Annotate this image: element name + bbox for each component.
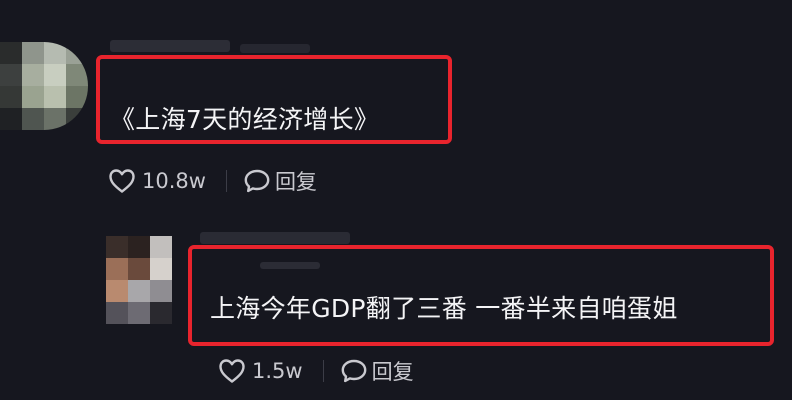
reply-label: 回复 xyxy=(371,360,414,384)
comment-bubble-icon xyxy=(340,358,368,384)
divider xyxy=(225,170,227,192)
reply-button[interactable]: 回复 xyxy=(243,166,317,196)
avatar[interactable] xyxy=(106,236,172,324)
username-blurred xyxy=(240,44,310,53)
heart-icon xyxy=(218,358,246,384)
reply-label: 回复 xyxy=(274,170,317,194)
username-blurred[interactable] xyxy=(200,232,350,244)
comment-actions: 1.5w 回复 xyxy=(218,356,414,386)
avatar[interactable] xyxy=(0,42,88,130)
like-button[interactable]: 1.5w xyxy=(218,358,303,384)
reply-button[interactable]: 回复 xyxy=(340,356,414,386)
heart-icon xyxy=(108,168,136,194)
comment-text: 上海今年GDP翻了三番 一番半来自咱蛋姐 xyxy=(210,294,678,323)
username-blurred[interactable] xyxy=(110,40,230,52)
comment-actions: 10.8w 回复 xyxy=(108,166,317,196)
divider xyxy=(322,360,324,382)
like-button[interactable]: 10.8w xyxy=(108,168,206,194)
like-count: 10.8w xyxy=(142,169,206,193)
comment-text: 《上海7天的经济增长》 xyxy=(110,105,380,134)
like-count: 1.5w xyxy=(252,359,303,383)
comment-bubble-icon xyxy=(243,168,271,194)
